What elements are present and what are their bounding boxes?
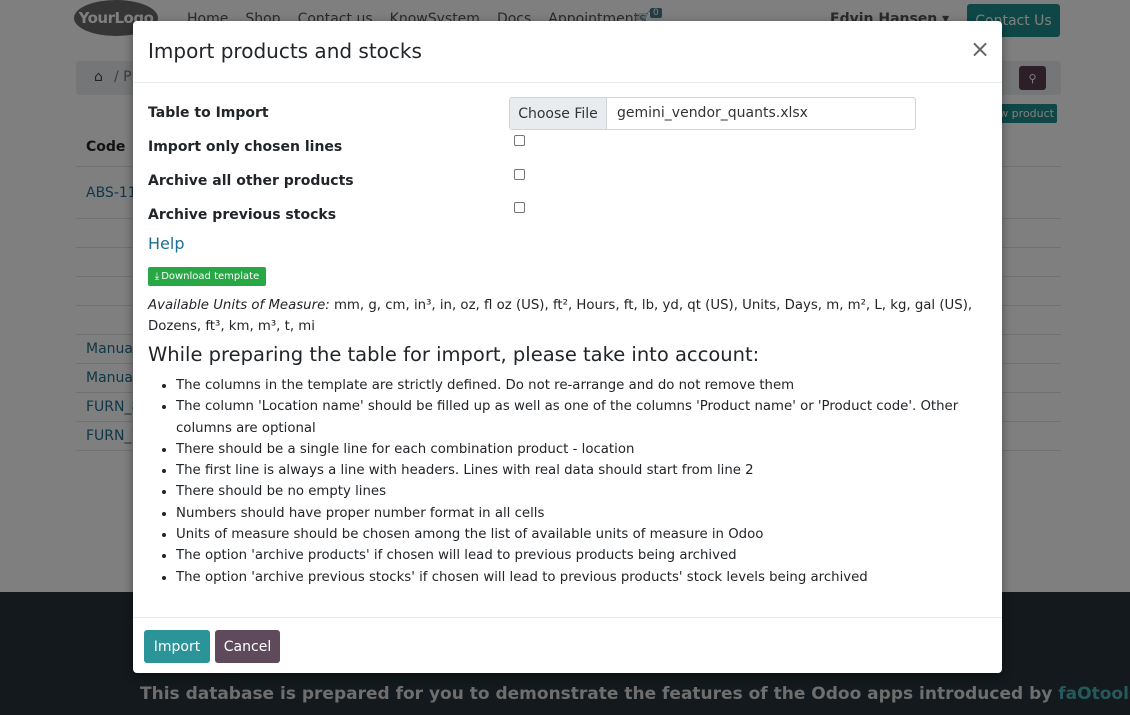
list-item: The option 'archive products' if chosen … bbox=[176, 545, 993, 566]
archive-all-other-checkbox[interactable] bbox=[514, 169, 525, 180]
choose-file-button[interactable]: Choose File bbox=[510, 98, 607, 129]
notes-title: While preparing the table for import, pl… bbox=[148, 343, 760, 366]
import-button[interactable]: Import bbox=[144, 630, 210, 663]
table-to-import-label: Table to Import bbox=[148, 105, 269, 121]
dialog-title: Import products and stocks bbox=[148, 39, 422, 63]
list-item: Numbers should have proper number format… bbox=[176, 503, 993, 524]
import-only-chosen-checkbox[interactable] bbox=[514, 135, 525, 146]
list-item: The column 'Location name' should be fil… bbox=[176, 396, 993, 439]
list-item: The columns in the template are strictly… bbox=[176, 375, 993, 396]
list-item: The option 'archive previous stocks' if … bbox=[176, 567, 993, 588]
cancel-button[interactable]: Cancel bbox=[215, 630, 280, 663]
list-item: There should be a single line for each c… bbox=[176, 439, 993, 460]
help-link[interactable]: Help bbox=[148, 234, 184, 253]
chosen-file-name: gemini_vendor_quants.xlsx bbox=[617, 105, 808, 121]
download-icon: ⤓ bbox=[154, 271, 160, 282]
archive-all-other-label: Archive all other products bbox=[148, 173, 354, 189]
dialog-footer: Import Cancel bbox=[133, 617, 1002, 674]
available-uom: Available Units of Measure: mm, g, cm, i… bbox=[148, 295, 993, 337]
list-item: Units of measure should be chosen among … bbox=[176, 524, 993, 545]
download-template-label: Download template bbox=[161, 271, 260, 282]
notes-list: The columns in the template are strictly… bbox=[148, 375, 993, 588]
archive-previous-label: Archive previous stocks bbox=[148, 207, 337, 223]
archive-previous-checkbox[interactable] bbox=[514, 202, 525, 213]
file-input[interactable]: Choose File gemini_vendor_quants.xlsx bbox=[509, 97, 916, 130]
list-item: The first line is always a line with hea… bbox=[176, 460, 993, 481]
dialog-header: Import products and stocks × bbox=[133, 21, 1002, 83]
import-only-chosen-label: Import only chosen lines bbox=[148, 139, 343, 155]
import-dialog: Import products and stocks × Table to Im… bbox=[133, 21, 1002, 673]
download-template-button[interactable]: ⤓ Download template bbox=[148, 267, 266, 286]
close-icon[interactable]: × bbox=[970, 37, 990, 61]
list-item: There should be no empty lines bbox=[176, 481, 993, 502]
uom-label: Available Units of Measure: bbox=[148, 298, 330, 313]
